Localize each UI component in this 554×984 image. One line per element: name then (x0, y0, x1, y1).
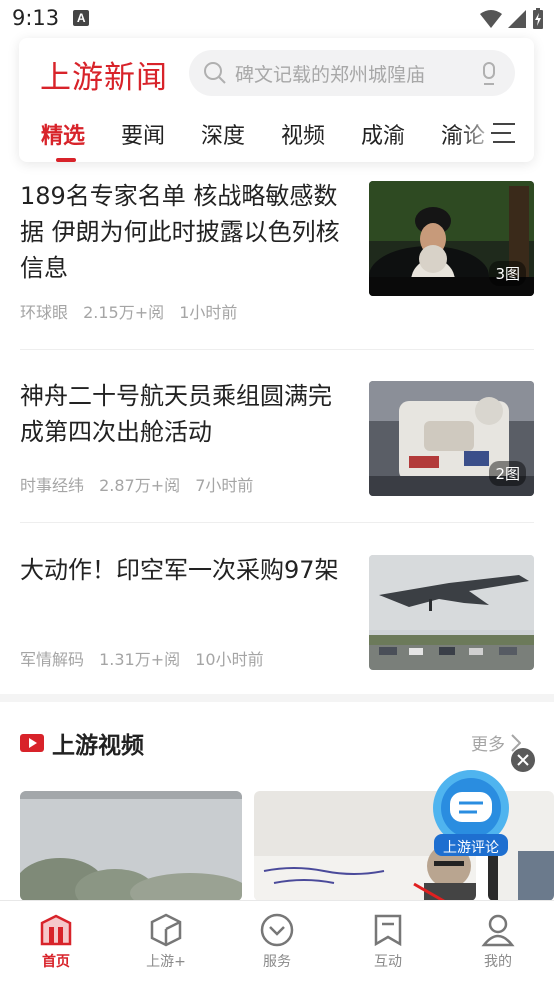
notification-icon: A (73, 10, 90, 26)
more-label[interactable]: 更多 (471, 730, 505, 755)
news-meta: 时事经纬 2.87万+阅 7小时前 (20, 472, 263, 496)
video-card[interactable] (20, 791, 242, 901)
video-play-icon (20, 734, 44, 752)
status-time: 9:13 (12, 6, 60, 30)
news-meta: 环球眼 2.15万+阅 1小时前 (20, 299, 247, 323)
bottom-nav: 首页 上游+ 服务 互动 我的 (0, 900, 554, 984)
nav-label: 上游+ (146, 954, 186, 970)
microphone-icon[interactable] (481, 62, 497, 86)
search-icon (204, 62, 226, 84)
status-icons (480, 8, 544, 30)
news-thumbnail[interactable]: 2图 (369, 381, 534, 496)
search-input[interactable]: 碑文记载的郑州城隍庙 (235, 60, 465, 87)
section-divider (0, 694, 554, 702)
menu-icon[interactable] (489, 120, 517, 146)
image-count-badge: 2图 (489, 461, 526, 486)
news-thumbnail[interactable] (369, 555, 534, 670)
news-thumbnail[interactable]: 3图 (369, 181, 534, 296)
nav-profile[interactable]: 我的 (458, 913, 538, 971)
close-icon (517, 754, 529, 766)
tab-video[interactable]: 视频 (281, 118, 325, 150)
signal-icon (508, 10, 526, 28)
news-time: 7小时前 (195, 476, 254, 495)
person-icon (481, 914, 515, 947)
video-section-header: 上游视频 (20, 726, 144, 760)
fighter-jet-photo (369, 555, 534, 670)
battery-icon (533, 8, 543, 29)
news-views: 1.31万+阅 (99, 650, 181, 669)
close-float-button[interactable] (511, 748, 535, 772)
home-icon (40, 914, 72, 946)
news-title[interactable]: 189名专家名单 核战略敏感数据 伊朗为何此时披露以色列核信息 (20, 178, 350, 286)
cube-icon (150, 913, 182, 947)
video-section-title: 上游视频 (52, 733, 144, 759)
divider (20, 522, 534, 523)
nav-home[interactable]: 首页 (16, 913, 96, 971)
search-bar[interactable]: 碑文记载的郑州城隍庙 (189, 50, 515, 96)
news-item[interactable]: 189名专家名单 核战略敏感数据 伊朗为何此时披露以色列核信息 环球眼 2.15… (20, 178, 534, 322)
news-time: 1小时前 (179, 303, 238, 322)
tab-featured[interactable]: 精选 (41, 118, 85, 150)
news-title[interactable]: 神舟二十号航天员乘组圆满完成第四次出舱活动 (20, 378, 350, 450)
active-tab-indicator (56, 158, 76, 162)
tab-chengyu[interactable]: 成渝 (361, 118, 405, 150)
floating-badge-label: 上游评论 (443, 840, 499, 856)
nav-interact[interactable]: 互动 (348, 913, 428, 971)
news-meta: 军情解码 1.31万+阅 10小时前 (20, 646, 274, 670)
tab-in-depth[interactable]: 深度 (201, 118, 245, 150)
bookmark-icon (374, 914, 402, 947)
nav-label: 服务 (263, 954, 291, 970)
news-source: 时事经纬 (20, 476, 85, 495)
nav-label: 首页 (42, 954, 70, 970)
image-count-badge: 3图 (489, 261, 526, 286)
news-source: 环球眼 (20, 303, 69, 322)
nav-shangyou-plus[interactable]: 上游+ (126, 913, 206, 971)
status-bar: 9:13 A (0, 0, 554, 36)
wifi-icon (480, 10, 502, 28)
channel-tabs: 精选 要闻 深度 视频 成渝 渝论 (19, 116, 534, 162)
news-item[interactable]: 神舟二十号航天员乘组圆满完成第四次出舱活动 时事经纬 2.87万+阅 7小时前 … (20, 378, 534, 498)
news-item[interactable]: 大动作！印空军一次采购97架 军情解码 1.31万+阅 10小时前 (20, 552, 534, 672)
video-thumbnail (20, 791, 242, 901)
news-views: 2.87万+阅 (99, 476, 181, 495)
nav-label: 互动 (374, 954, 402, 970)
tab-top-news[interactable]: 要闻 (121, 118, 165, 150)
news-source: 军情解码 (20, 650, 85, 669)
nav-label: 我的 (484, 954, 512, 970)
divider (20, 349, 534, 350)
news-title[interactable]: 大动作！印空军一次采购97架 (20, 552, 350, 588)
app-logo[interactable]: 上游新闻 (40, 52, 168, 97)
floating-comment-badge[interactable]: 上游评论 (428, 770, 514, 860)
news-views: 2.15万+阅 (83, 303, 165, 322)
header-card: 上游新闻 碑文记载的郑州城隍庙 精选 要闻 深度 视频 成渝 渝论 (19, 38, 534, 162)
chevron-circle-icon (260, 913, 294, 947)
news-time: 10小时前 (195, 650, 264, 669)
nav-services[interactable]: 服务 (237, 913, 317, 971)
